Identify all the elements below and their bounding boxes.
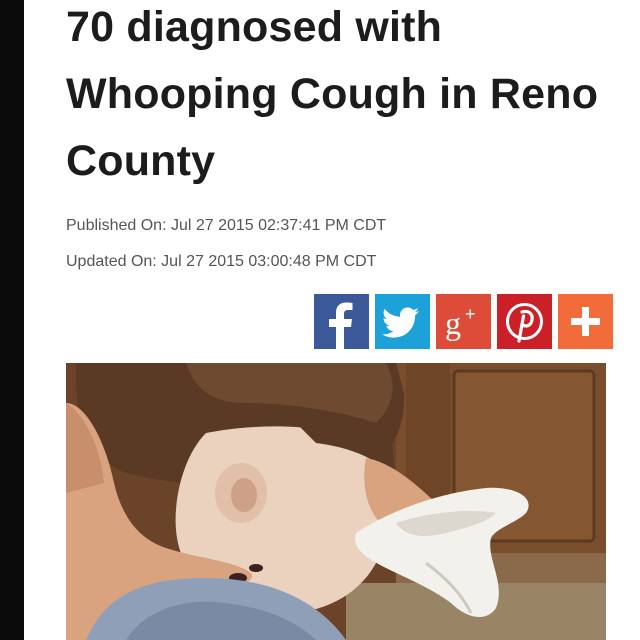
svg-text:g: g: [445, 305, 461, 341]
pinterest-share-button[interactable]: [497, 294, 552, 349]
article-headline: 70 diagnosed with Whooping Cough in Reno…: [66, 3, 599, 185]
published-date: Published On: Jul 27 2015 02:37:41 PM CD…: [66, 217, 387, 234]
updated-date: Updated On: Jul 27 2015 03:00:48 PM CDT: [66, 253, 377, 270]
pinterest-icon: [506, 303, 543, 343]
facebook-icon: [329, 302, 353, 349]
plus-icon: [571, 307, 600, 336]
share-bar: g +: [314, 294, 613, 349]
baby-with-tissue-image: [66, 363, 606, 640]
svg-text:+: +: [465, 304, 476, 324]
left-frame-edge: [0, 0, 24, 640]
facebook-share-button[interactable]: [314, 294, 369, 349]
google-plus-icon: g +: [445, 304, 476, 341]
twitter-share-button[interactable]: [375, 294, 430, 349]
google-plus-share-button[interactable]: g +: [436, 294, 491, 349]
more-share-button[interactable]: [558, 294, 613, 349]
twitter-icon: [382, 307, 419, 338]
article-photo: [66, 363, 606, 640]
